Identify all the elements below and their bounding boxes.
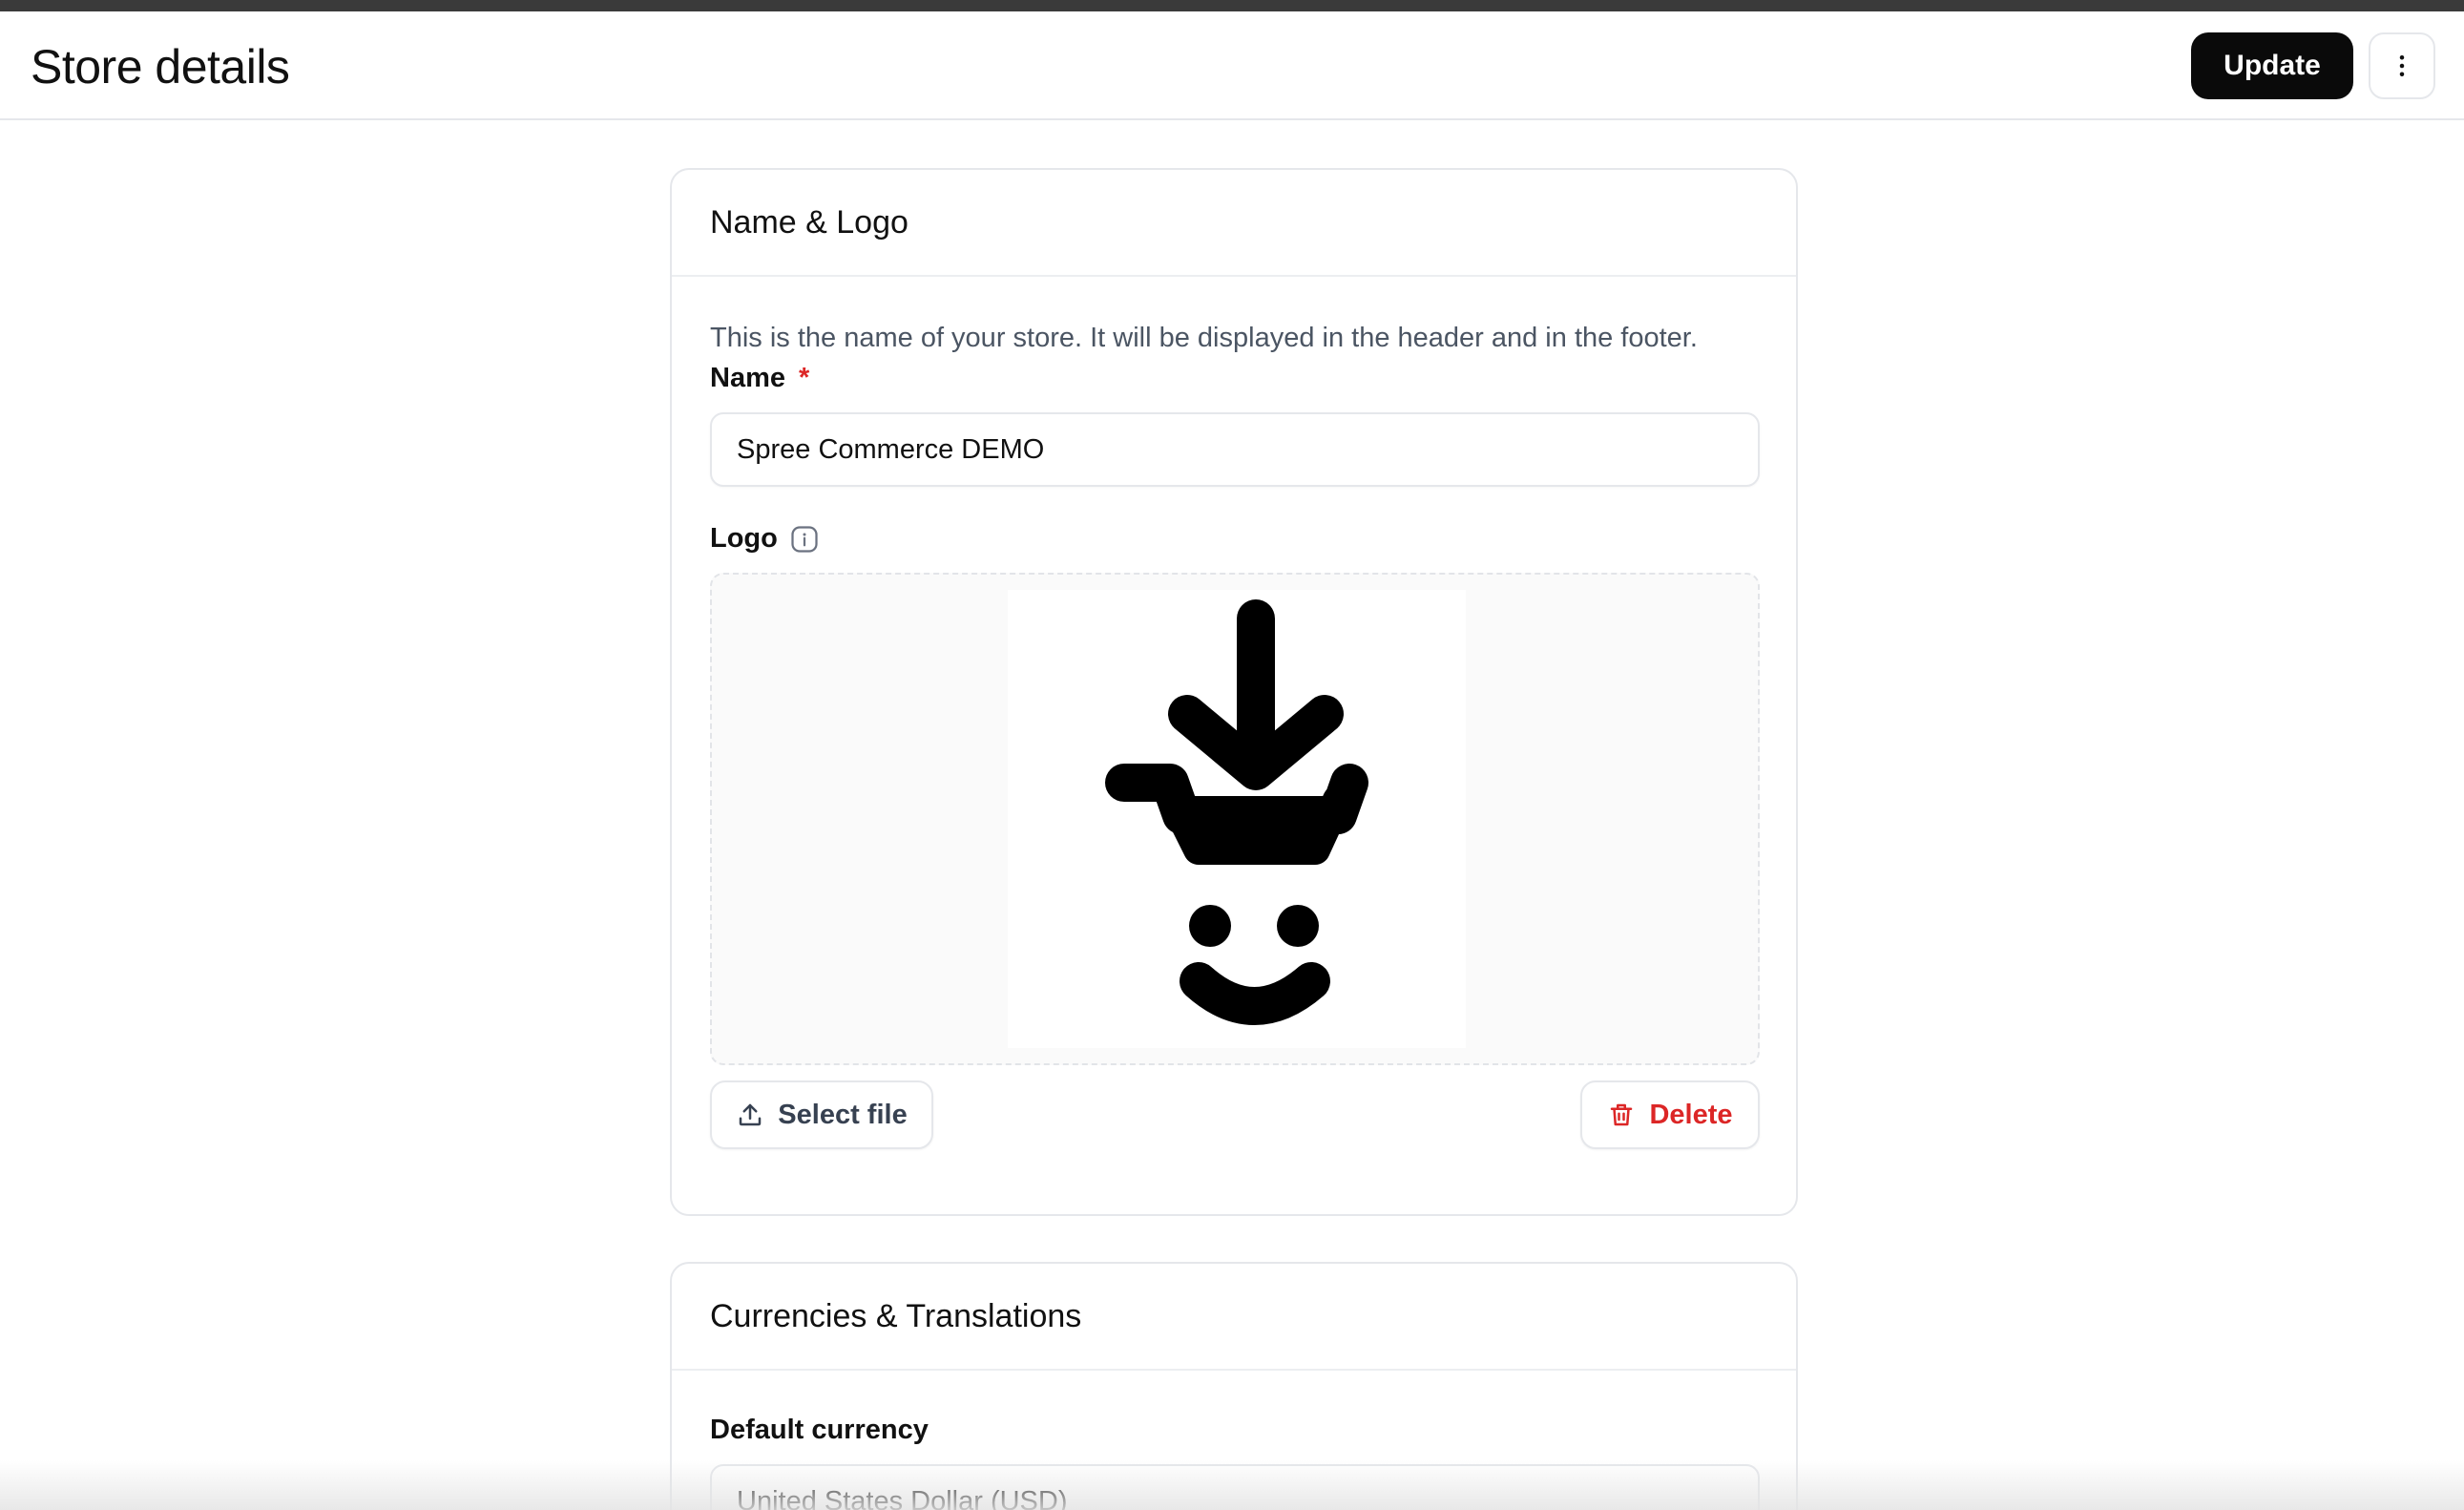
currencies-translations-card: Currencies & Translations Default curren… bbox=[670, 1262, 1798, 1510]
trash-icon bbox=[1611, 1103, 1633, 1126]
card-header: Name & Logo bbox=[672, 170, 1796, 277]
store-details-page: Store details Update Name & Logo This is… bbox=[0, 0, 2464, 1510]
logo-label: Logo bbox=[710, 523, 778, 554]
card-header: Currencies & Translations bbox=[672, 1264, 1796, 1371]
logo-preview bbox=[1008, 590, 1466, 1048]
delete-label: Delete bbox=[1649, 1099, 1733, 1130]
store-logo-image bbox=[1105, 599, 1368, 1025]
logo-dropzone[interactable] bbox=[710, 573, 1760, 1065]
delete-logo-button[interactable]: Delete bbox=[1580, 1080, 1760, 1149]
card-title-name-logo: Name & Logo bbox=[710, 204, 908, 241]
name-label-text: Name bbox=[710, 363, 785, 393]
select-file-button[interactable]: Select file bbox=[710, 1080, 933, 1149]
update-button[interactable]: Update bbox=[2191, 32, 2353, 99]
name-label: Name * bbox=[710, 359, 809, 397]
info-icon[interactable] bbox=[790, 525, 819, 554]
more-options-button[interactable] bbox=[2369, 32, 2435, 99]
more-vertical-icon bbox=[2399, 55, 2405, 76]
required-marker: * bbox=[799, 363, 810, 393]
top-strip bbox=[0, 0, 2464, 11]
store-name-input[interactable] bbox=[710, 412, 1760, 487]
default-currency-select[interactable]: United States Dollar (USD) bbox=[710, 1464, 1760, 1510]
page-header: Store details Update bbox=[0, 11, 2464, 120]
upload-icon bbox=[740, 1103, 762, 1126]
default-currency-label: Default currency bbox=[710, 1415, 929, 1445]
page-title: Store details bbox=[31, 40, 290, 94]
name-logo-card: Name & Logo This is the name of your sto… bbox=[670, 168, 1798, 1216]
name-help-text: This is the name of your store. It will … bbox=[710, 323, 1698, 353]
card-title-currencies: Currencies & Translations bbox=[710, 1298, 1082, 1334]
select-file-label: Select file bbox=[778, 1099, 908, 1130]
